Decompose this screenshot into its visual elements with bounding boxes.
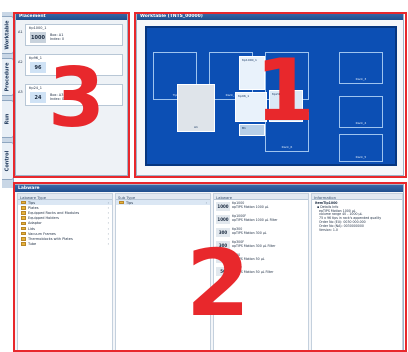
callout-number-1: 1 (255, 41, 315, 141)
tab-worktable-label: Worktable (4, 20, 11, 50)
callout-number-2: 2 (186, 230, 251, 337)
callout-number-3: 3 (48, 51, 106, 146)
tab-control-label: Control (4, 150, 11, 172)
tab-procedure-label: Procedure (4, 62, 11, 92)
tab-run-label: Run (4, 113, 11, 125)
